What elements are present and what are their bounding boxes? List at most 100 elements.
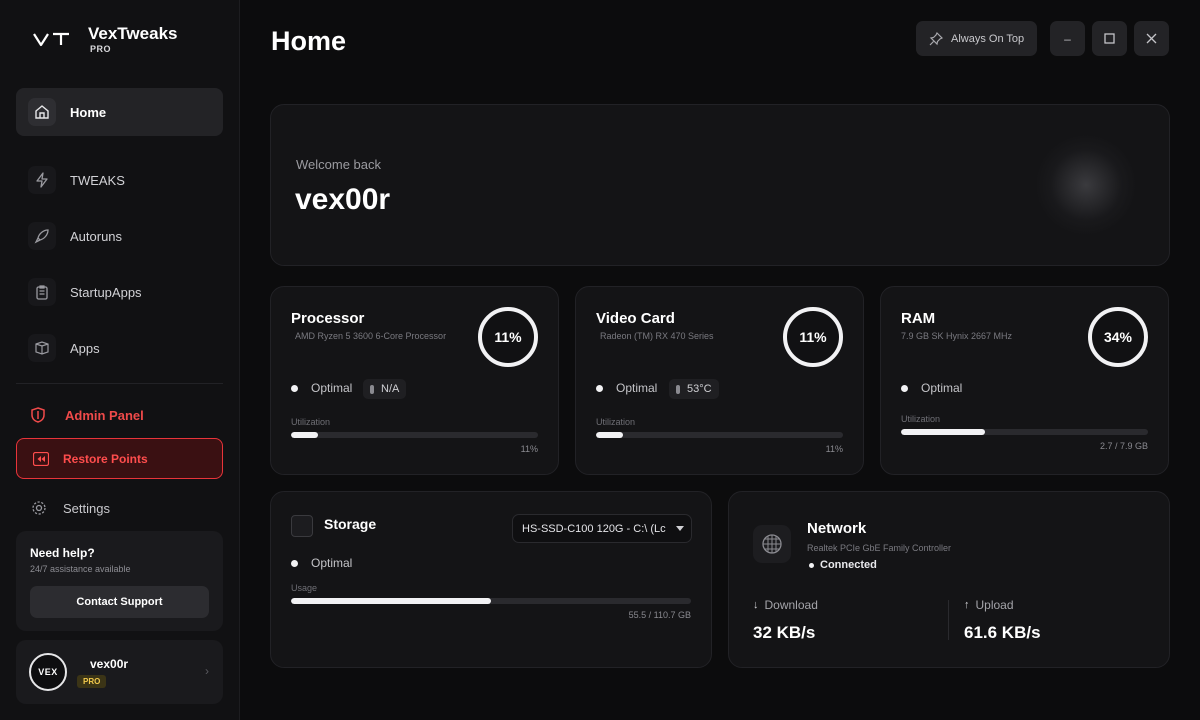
status-dot	[291, 384, 298, 392]
app-tier: PRO	[90, 44, 112, 54]
sidebar-item-home[interactable]: Home	[16, 88, 223, 136]
restore-points-label: Restore Points	[63, 451, 148, 466]
help-card: Need help? 24/7 assistance available Con…	[16, 531, 223, 631]
download-value: 32 KB/s	[753, 623, 816, 642]
network-divider	[948, 600, 949, 640]
welcome-decoration	[1036, 135, 1136, 235]
vt-logo-icon	[33, 32, 69, 47]
ram-card: RAM 7.9 GB SK Hynix 2667 MHz 34% Optimal…	[880, 286, 1169, 475]
clipboard-icon	[28, 278, 56, 306]
always-on-top-button[interactable]: Always On Top	[916, 21, 1037, 56]
storage-title: Storage	[324, 516, 377, 532]
utilization-fill	[291, 432, 319, 438]
settings-button[interactable]: Settings	[16, 493, 223, 523]
always-on-top-label: Always On Top	[951, 32, 1025, 45]
app-name: VexTweaks	[88, 24, 178, 43]
arrow-up-icon: ↑	[964, 599, 970, 611]
drive-icon	[291, 515, 313, 537]
video-card-model: Radeon (TM) RX 470 Series	[600, 331, 714, 341]
rewind-icon	[33, 451, 49, 466]
status-label: Optimal	[616, 381, 658, 395]
storage-usage-bar	[291, 598, 691, 604]
pro-badge: PRO	[77, 675, 107, 688]
sidebar-item-label: Apps	[70, 340, 100, 356]
utilization-label: Utilization	[291, 417, 331, 427]
status-dot	[809, 562, 814, 568]
admin-panel-button[interactable]: Admin Panel	[16, 400, 223, 430]
utilization-value: 11%	[520, 444, 538, 454]
status-dot	[291, 559, 298, 567]
help-subtitle: 24/7 assistance available	[30, 564, 131, 574]
video-card-card: Video Card Radeon (TM) RX 470 Series 11%…	[575, 286, 864, 475]
utilization-label: Utilization	[596, 417, 636, 427]
shield-icon	[31, 407, 45, 423]
status-dot	[901, 384, 908, 392]
page-title: Home	[271, 26, 347, 56]
chevron-right-icon: ›	[205, 664, 209, 678]
sidebar: VexTweaks PRO Home TWEAKS Autoruns Start…	[0, 0, 240, 720]
sidebar-item-tweaks[interactable]: TWEAKS	[16, 156, 223, 204]
usage-value: 55.5 / 110.7 GB	[628, 610, 691, 620]
sidebar-item-label: TWEAKS	[70, 172, 125, 188]
maximize-icon	[1104, 33, 1115, 44]
storage-card: Storage HS-SSD-C100 120G - C:\ (Lc Optim…	[270, 491, 712, 668]
processor-usage-ring: 11%	[478, 307, 538, 367]
sidebar-item-apps[interactable]: Apps	[16, 324, 223, 372]
sidebar-item-label: Home	[70, 104, 107, 120]
sidebar-item-autoruns[interactable]: Autoruns	[16, 212, 223, 260]
usage-label: Usage	[291, 583, 318, 593]
network-status-label: Connected	[820, 559, 877, 571]
maximize-button[interactable]	[1092, 21, 1127, 56]
temperature-value: 53°C	[687, 383, 712, 395]
download-label: Download	[764, 598, 818, 612]
user-card[interactable]: VEX vex00r PRO ›	[16, 640, 223, 704]
arrow-down-icon: ↓	[753, 599, 759, 611]
processor-card: Processor AMD Ryzen 5 3600 6-Core Proces…	[270, 286, 559, 475]
restore-points-button[interactable]: Restore Points	[16, 438, 223, 479]
ram-model: 7.9 GB SK Hynix 2667 MHz	[901, 331, 1013, 341]
home-icon	[28, 98, 56, 126]
gear-icon	[32, 501, 46, 515]
video-card-status: Optimal	[596, 381, 657, 395]
storage-status: Optimal	[291, 556, 352, 570]
chevron-down-icon	[676, 526, 684, 531]
contact-support-button[interactable]: Contact Support	[30, 586, 209, 618]
processor-model: AMD Ryzen 5 3600 6-Core Processor	[295, 331, 447, 341]
rocket-icon	[28, 222, 56, 250]
ram-usage-ring: 34%	[1088, 307, 1148, 367]
utilization-fill	[596, 432, 624, 438]
ram-utilization-bar	[901, 429, 1148, 435]
sidebar-divider	[16, 383, 223, 384]
bolt-icon	[28, 166, 56, 194]
processor-temperature: N/A	[363, 379, 407, 399]
ram-title: RAM	[901, 310, 936, 327]
minimize-icon: –	[1064, 31, 1071, 46]
status-label: Optimal	[921, 381, 963, 395]
sidebar-item-startupapps[interactable]: StartupApps	[16, 268, 223, 316]
drive-select-value: HS-SSD-C100 120G - C:\ (Lc	[522, 522, 666, 535]
utilization-fill	[901, 429, 985, 435]
network-status: Connected	[809, 559, 877, 571]
welcome-username: vex00r	[295, 183, 391, 216]
processor-utilization-bar	[291, 432, 538, 438]
drive-select[interactable]: HS-SSD-C100 120G - C:\ (Lc	[512, 514, 692, 543]
utilization-value: 2.7 / 7.9 GB	[1099, 441, 1148, 451]
utilization-label: Utilization	[901, 414, 941, 424]
upload-stat: ↑ Upload 61.6 KB/s	[964, 598, 1041, 643]
network-icon	[753, 525, 791, 563]
pin-icon	[929, 31, 943, 45]
logo	[32, 24, 72, 54]
help-title: Need help?	[30, 546, 95, 560]
network-title: Network	[807, 520, 867, 537]
temperature-value: N/A	[381, 383, 400, 395]
admin-panel-label: Admin Panel	[65, 407, 144, 423]
usage-fill	[291, 598, 491, 604]
upload-value: 61.6 KB/s	[964, 623, 1041, 642]
minimize-button[interactable]: –	[1050, 21, 1085, 56]
brand: VexTweaks PRO	[32, 24, 177, 54]
close-button[interactable]	[1134, 21, 1169, 56]
network-card: Network Realtek PCIe GbE Family Controll…	[728, 491, 1170, 668]
upload-label: Upload	[975, 598, 1014, 612]
welcome-card: Welcome back vex00r	[270, 104, 1170, 266]
sidebar-item-label: StartupApps	[70, 284, 142, 300]
